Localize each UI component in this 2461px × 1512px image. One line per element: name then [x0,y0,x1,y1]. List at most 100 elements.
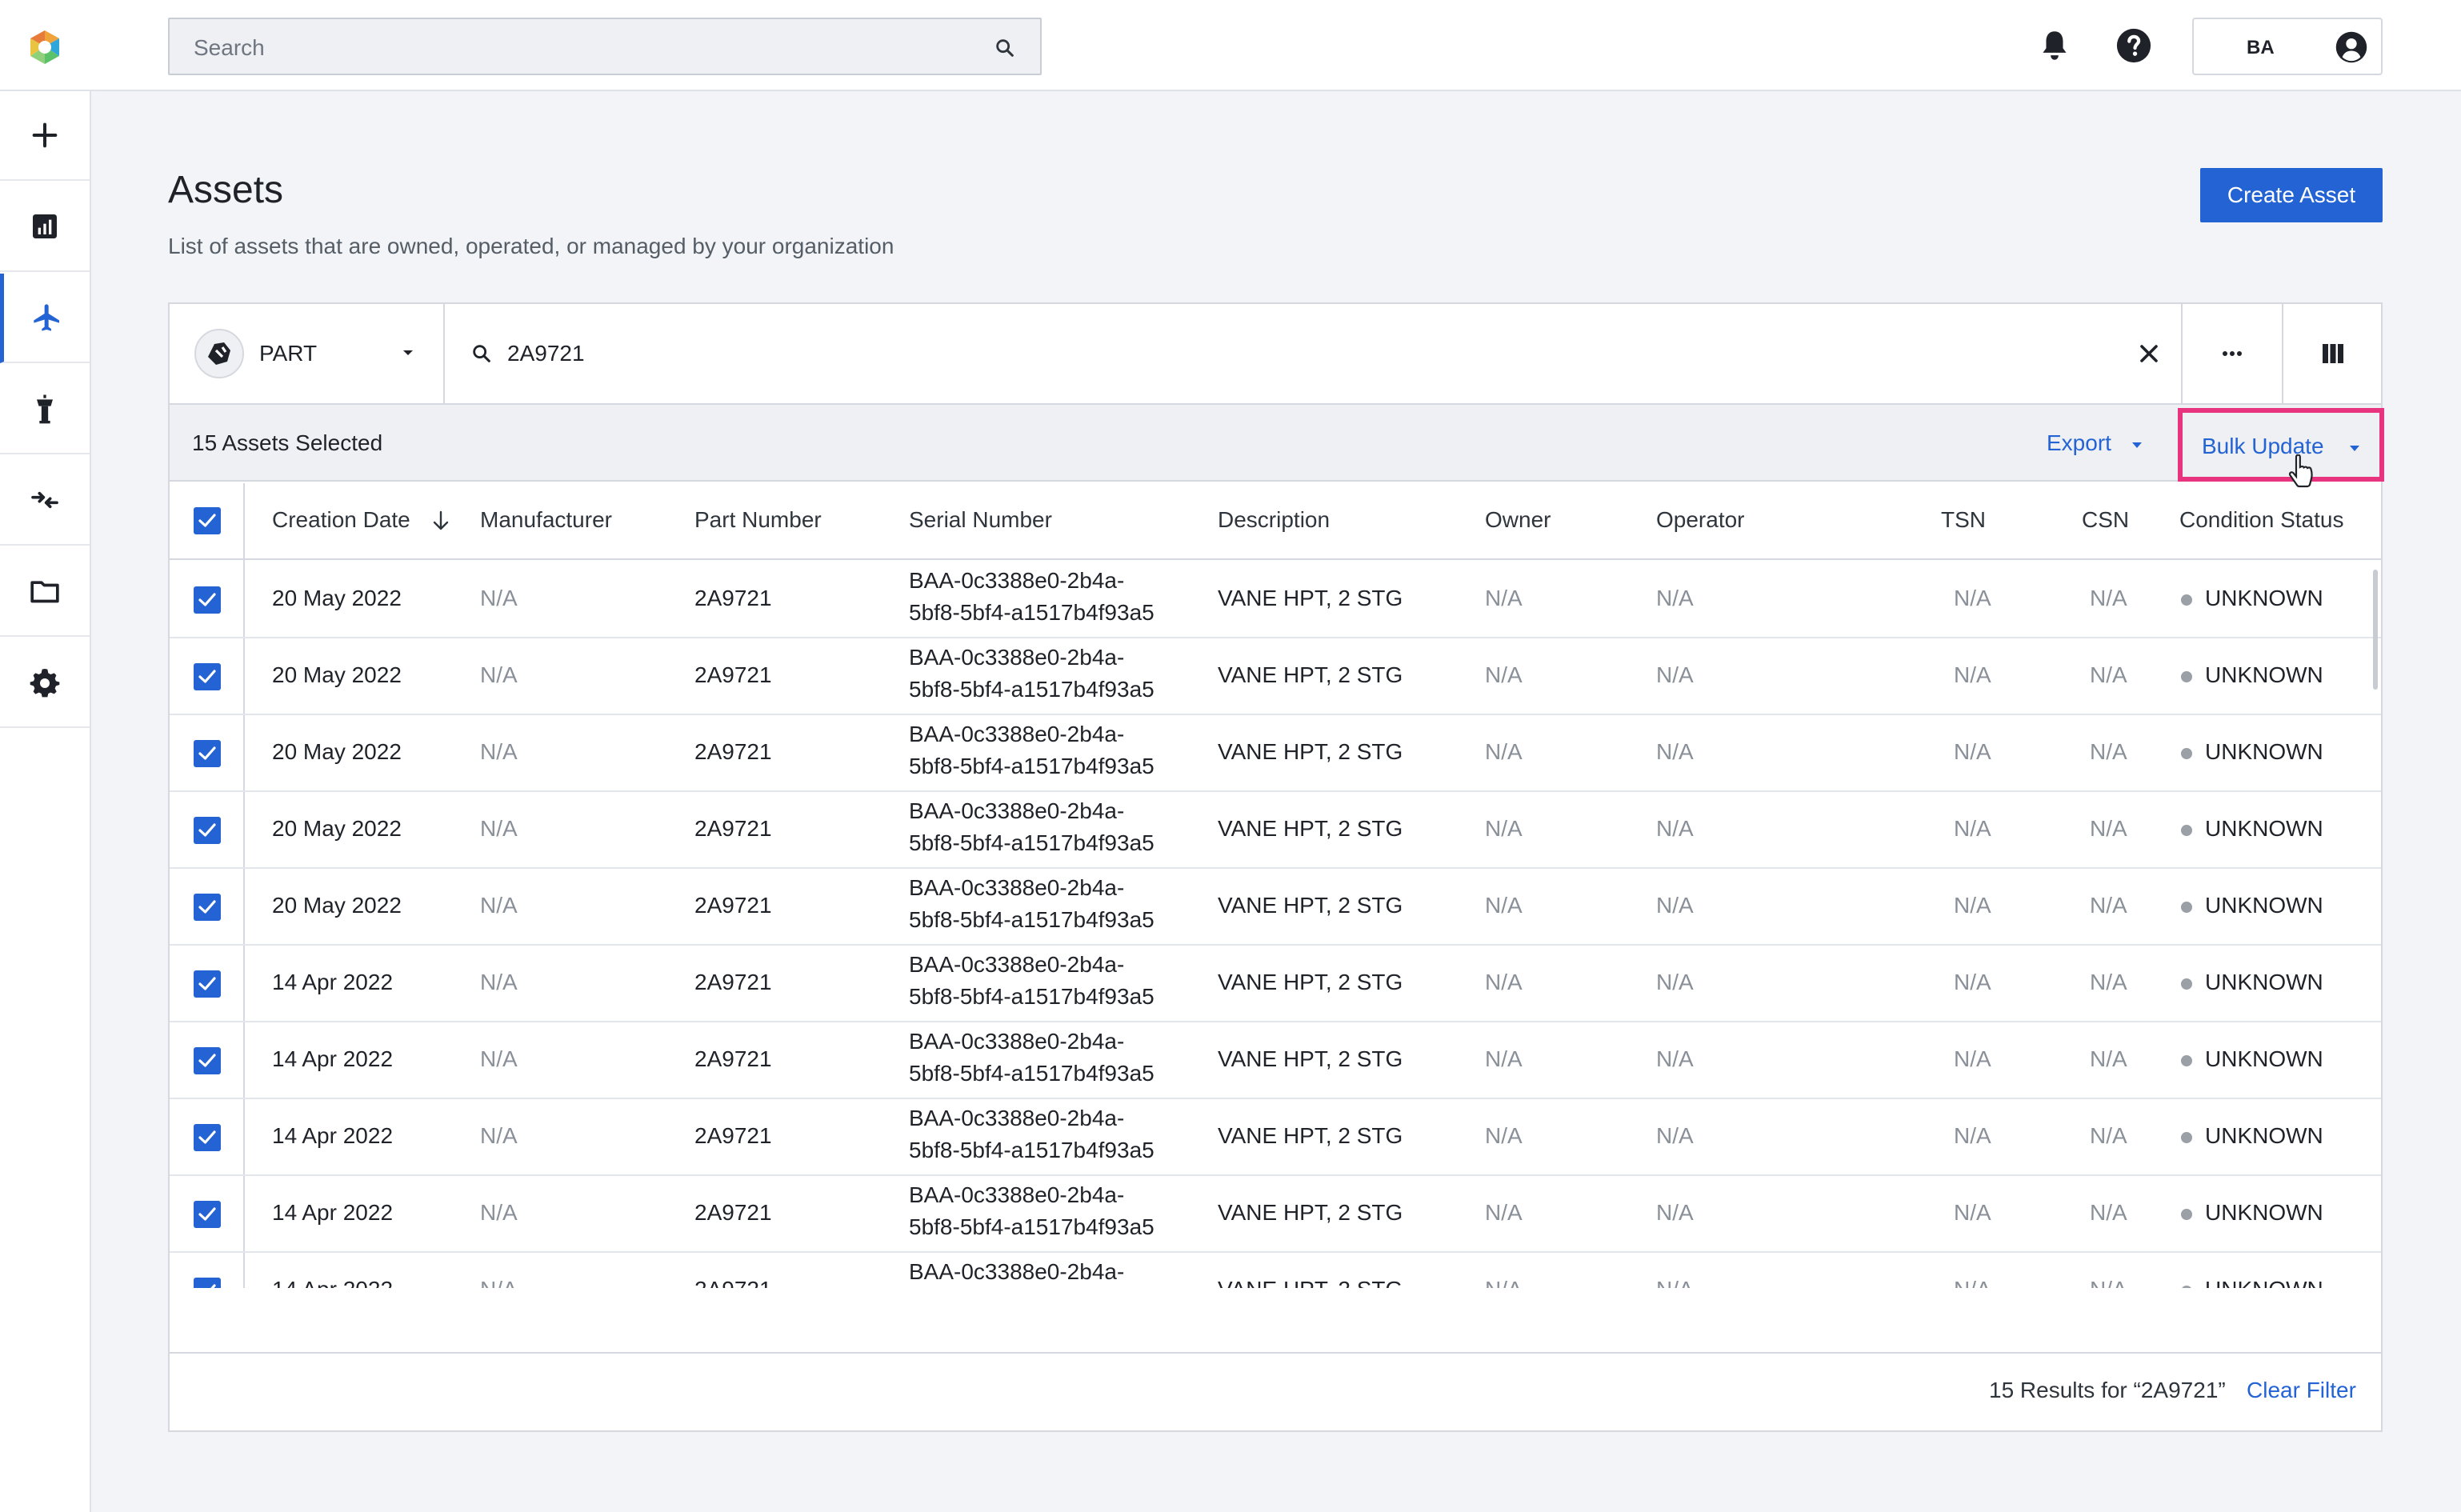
table-row[interactable]: 14 Apr 2022N/A2A9721BAA-0c3388e0-2b4a-5b… [170,1253,2381,1288]
row-checkbox[interactable] [194,740,221,767]
cell-creation-date: 20 May 2022 [272,739,402,764]
cell-serial-number-line1: BAA-0c3388e0-2b4a- [909,1106,1125,1130]
cell-serial-number-line1: BAA-0c3388e0-2b4a- [909,568,1125,593]
cell-manufacturer: N/A [480,1200,518,1225]
table-row[interactable]: 20 May 2022 N/A 2A9721 BAA-0c3388e0-2b4a- 5b… [170,792,2381,869]
column-header-condition-status[interactable]: Condition Status [2179,507,2343,533]
selection-bar: 15 Assets Selected Export Bulk Update [170,405,2384,482]
ellipsis-icon [2223,351,2242,356]
nav-item-reports[interactable] [0,182,90,272]
cell-condition-status: UNKNOWN [2205,1277,2323,1288]
column-header-creation-date[interactable]: Creation Date [272,507,410,533]
table-row[interactable]: 20 May 2022 N/A 2A9721 BAA-0c3388e0-2b4a- 5b… [170,715,2381,792]
column-header-operator[interactable]: Operator [1656,507,1745,533]
cell-part-number: 2A9721 [694,1277,772,1288]
nav-item-settings[interactable] [0,638,90,728]
cell-condition-status: UNKNOWN [2205,816,2323,841]
row-checkbox[interactable] [194,1047,221,1074]
table-row[interactable]: 14 Apr 2022N/A2A9721BAA-0c3388e0-2b4a-5b… [170,1099,2381,1176]
nav-item-add[interactable] [0,91,90,181]
cell-serial-number-line2: 5bf8-5bf4-a1517b4f93a5 [909,984,1154,1009]
cell-owner: N/A [1485,1277,1523,1288]
cell-tsn: N/A [1954,1123,1991,1148]
cell-creation-date: 14 Apr 2022 [272,1277,393,1288]
cell-serial-number-line1: BAA-0c3388e0-2b4a- [909,645,1125,670]
more-options-button[interactable] [2181,304,2282,403]
close-icon[interactable] [2135,339,2163,368]
cell-csn: N/A [2090,739,2127,764]
cell-condition-status: UNKNOWN [2205,1123,2323,1148]
table-row[interactable]: 20 May 2022 N/A 2A9721 BAA-0c3388e0-2b4a- 5b… [170,562,2381,638]
export-button[interactable]: Export [2047,430,2111,456]
columns-icon [2323,344,2343,363]
column-header-serial-number[interactable]: Serial Number [909,507,1052,533]
cell-owner: N/A [1485,739,1523,764]
columns-button[interactable] [2282,304,2383,403]
table-row[interactable]: 20 May 2022 N/A 2A9721 BAA-0c3388e0-2b4a- 5b… [170,869,2381,946]
status-dot [2181,1209,2192,1220]
column-header-owner[interactable]: Owner [1485,507,1551,533]
hand-cursor-icon [2288,454,2313,488]
table-row[interactable]: 14 Apr 2022N/A2A9721BAA-0c3388e0-2b4a-5b… [170,946,2381,1022]
account-icon [2335,31,2367,63]
search-icon[interactable] [994,37,1016,59]
cell-serial-number-line1: BAA-0c3388e0-2b4a- [909,1259,1125,1284]
cell-tsn: N/A [1954,1046,1991,1071]
help-icon[interactable] [2115,27,2152,64]
cell-creation-date: 14 Apr 2022 [272,1200,394,1225]
column-header-description[interactable]: Description [1218,507,1330,533]
table-row[interactable]: 20 May 2022 N/A 2A9721 BAA-0c3388e0-2b4a- 5b… [170,638,2381,715]
create-asset-button[interactable]: Create Asset [2200,168,2383,222]
sort-down-icon[interactable] [432,510,450,531]
search-input[interactable]: Search [194,35,265,61]
column-header-csn[interactable]: CSN [2082,507,2129,533]
asset-search-input[interactable]: 2A9721 [507,341,585,366]
cell-description: VANE HPT, 2 STG [1218,1200,1403,1225]
airplane-icon [33,304,59,331]
cell-serial-number-line2: 5bf8-5bf4-a1517b4f93a5 [909,907,1154,932]
row-checkbox[interactable] [194,1124,221,1151]
table-footer: 15 Results for “2A9721” Clear Filter [170,1352,2381,1430]
nav-item-files[interactable] [0,547,90,637]
clear-filter-link[interactable]: Clear Filter [2247,1378,2356,1403]
cell-tsn: N/A [1954,893,1991,918]
scrollbar[interactable] [2373,570,2378,690]
cell-serial-number-line1: BAA-0c3388e0-2b4a- [909,1182,1125,1207]
column-header-manufacturer[interactable]: Manufacturer [480,507,612,533]
row-checkbox[interactable] [194,586,221,614]
cell-description: VANE HPT, 2 STG [1218,1046,1403,1071]
global-search[interactable]: Search [168,18,1042,75]
bell-icon[interactable] [2039,29,2071,62]
bulk-update-button[interactable]: Bulk Update [2178,408,2384,482]
nav-item-assets[interactable] [0,274,90,363]
cell-condition-status: UNKNOWN [2205,662,2323,687]
row-checkbox[interactable] [194,894,221,921]
cell-creation-date: 14 Apr 2022 [272,970,394,994]
table-row[interactable]: 14 Apr 2022N/A2A9721BAA-0c3388e0-2b4a-5b… [170,1176,2381,1253]
cell-owner: N/A [1485,893,1523,918]
cell-operator: N/A [1656,1123,1694,1148]
column-header-tsn[interactable]: TSN [1941,507,1986,533]
chevron-down-icon[interactable] [2131,442,2143,449]
row-checkbox[interactable] [194,1201,221,1228]
asset-type-select[interactable]: PART [170,304,445,403]
row-checkbox[interactable] [194,1278,221,1288]
column-header-part-number[interactable]: Part Number [694,507,822,533]
nav-item-transfers[interactable] [0,456,90,546]
cell-creation-date: 14 Apr 2022 [272,1123,394,1148]
nav-item-tower[interactable] [0,365,90,454]
table-row[interactable]: 14 Apr 2022N/A2A9721BAA-0c3388e0-2b4a-5b… [170,1022,2381,1099]
chart-icon [33,214,57,238]
checkmark-icon [198,1054,216,1067]
row-checkbox[interactable] [194,663,221,690]
cell-tsn: N/A [1954,1277,1991,1288]
row-checkbox[interactable] [194,817,221,844]
cell-csn: N/A [2090,1200,2127,1225]
assets-table: Creation Date Manufacturer Part Number S… [170,483,2381,1288]
app-logo[interactable] [24,27,66,67]
cell-owner: N/A [1485,586,1523,610]
row-checkbox[interactable] [194,970,221,998]
cell-description: VANE HPT, 2 STG [1218,1277,1403,1288]
status-dot [2181,1055,2192,1066]
user-menu[interactable]: BA [2192,18,2383,75]
